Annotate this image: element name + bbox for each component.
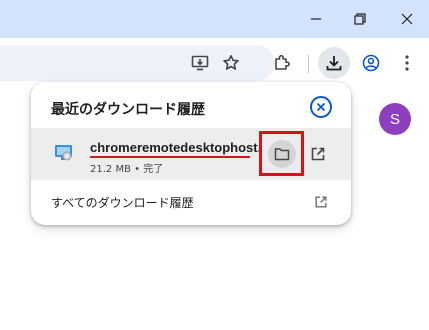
download-status: 21.2 MB • 完了 [90,164,164,175]
close-bubble-button[interactable] [310,96,332,118]
restore-icon [354,13,366,25]
restore-button[interactable] [338,0,382,38]
close-icon [316,102,326,112]
install-app-button[interactable] [184,47,216,79]
bookmark-button[interactable] [215,47,247,79]
bookmark-star-icon [223,55,239,70]
extensions-button[interactable] [266,47,298,79]
open-in-new-icon [311,147,325,161]
file-name-underline [90,156,250,158]
more-vert-icon [405,55,409,71]
browser-menu-button[interactable] [391,47,423,79]
download-file-name[interactable]: chromeremotedesktophost.msi [90,140,260,155]
close-window-button[interactable] [385,0,429,38]
toolbar-separator [308,55,309,73]
profile-icon [362,54,380,72]
download-item[interactable]: chromeremotedesktophost.msi 21.2 MB • 完了 [31,128,351,180]
account-avatar[interactable]: S [379,103,411,135]
window-titlebar [0,0,429,38]
all-downloads-row[interactable]: すべてのダウンロード履歴 [31,184,351,220]
all-downloads-link[interactable]: すべてのダウンロード履歴 [51,194,194,211]
downloads-bubble-title: 最近のダウンロード履歴 [51,102,205,118]
install-app-icon [191,55,209,71]
downloads-bubble: 最近のダウンロード履歴 chromeremotedesktophost.msi … [31,82,351,225]
open-in-new-icon [315,196,327,208]
profile-button[interactable] [355,47,387,79]
close-icon [401,13,413,25]
minimize-icon [311,18,321,20]
open-file-button[interactable] [306,142,330,166]
installer-file-icon [55,145,72,161]
downloads-icon [326,56,342,71]
all-downloads-open-button[interactable] [311,192,331,212]
browser-toolbar [0,38,429,88]
downloads-button[interactable] [318,47,350,79]
highlight-annotation [259,131,304,176]
extensions-icon [275,54,290,70]
minimize-button[interactable] [294,0,338,38]
